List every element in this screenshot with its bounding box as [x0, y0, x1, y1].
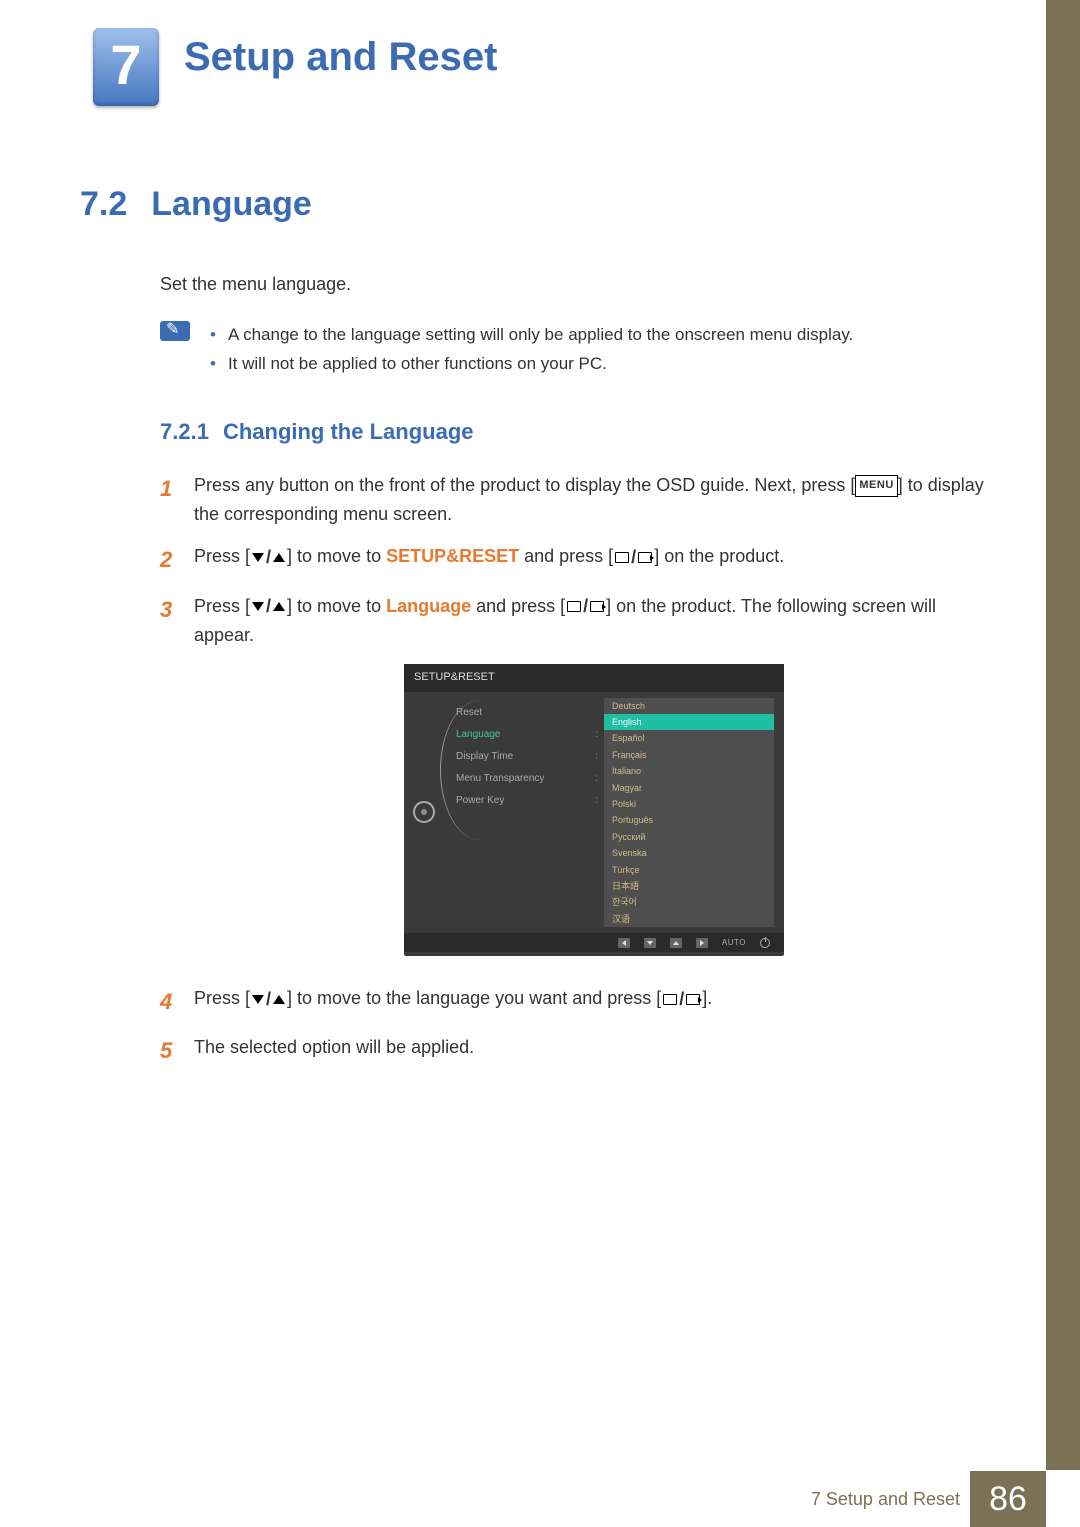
step-body: Press [/] to move to SETUP&RESET and pre…	[194, 542, 1000, 577]
auto-label: AUTO	[722, 937, 746, 950]
step-text: ] on the product.	[654, 546, 784, 566]
osd-lang-option: Русский	[604, 829, 774, 845]
section-number: 7.2	[80, 185, 127, 223]
source-enter-icon: /	[565, 592, 606, 621]
osd-lang-option: Polski	[604, 796, 774, 812]
note-icon	[160, 321, 190, 341]
step-body: Press [/] to move to Language and press …	[194, 592, 1000, 970]
note-block: A change to the language setting will on…	[160, 321, 1000, 379]
step-text: Press [	[194, 596, 250, 616]
section-heading: 7.2 Language	[80, 185, 1000, 224]
step-text: and press [	[519, 546, 613, 566]
osd-lang-option-selected: English	[604, 714, 774, 730]
right-arrow-icon	[696, 938, 708, 948]
osd-title: SETUP&RESET	[404, 664, 784, 692]
osd-language-list: Deutsch English Español Français Italian…	[604, 698, 774, 927]
osd-lang-option: 한국어	[604, 894, 774, 910]
osd-menu-item-selected: Language	[456, 724, 604, 746]
step-number: 2	[160, 542, 194, 577]
step-body: The selected option will be applied.	[194, 1033, 1000, 1068]
chapter-number-badge: 7	[93, 28, 159, 106]
down-arrow-icon	[644, 938, 656, 948]
osd-menu-item: Display Time	[456, 746, 604, 768]
step-5: 5 The selected option will be applied.	[160, 1033, 1000, 1068]
setup-reset-label: SETUP&RESET	[386, 546, 519, 566]
osd-footer: AUTO	[404, 933, 784, 952]
steps-list: 1 Press any button on the front of the p…	[160, 471, 1000, 1068]
osd-menu-item: Menu Transparency	[456, 768, 604, 790]
language-label: Language	[386, 596, 471, 616]
osd-screenshot: SETUP&RESET Reset Language Display Time …	[404, 664, 784, 956]
osd-body: Reset Language Display Time Menu Transpa…	[404, 692, 784, 933]
step-text: Press [	[194, 546, 250, 566]
step-number: 3	[160, 592, 194, 970]
side-stripe	[1046, 0, 1080, 1470]
osd-menu: Reset Language Display Time Menu Transpa…	[444, 692, 604, 933]
step-text: ] to move to the language you want and p…	[287, 988, 661, 1008]
down-up-arrows-icon: /	[250, 543, 287, 572]
step-number: 1	[160, 471, 194, 529]
power-icon	[760, 938, 770, 948]
down-up-arrows-icon: /	[250, 592, 287, 621]
step-body: Press [/] to move to the language you wa…	[194, 984, 1000, 1019]
down-up-arrows-icon: /	[250, 985, 287, 1014]
page-footer: 7 Setup and Reset 86	[0, 1471, 1080, 1527]
step-body: Press any button on the front of the pro…	[194, 471, 1000, 529]
step-text: ] to move to	[287, 596, 386, 616]
osd-lang-option: 日本語	[604, 878, 774, 894]
source-enter-icon: /	[661, 985, 702, 1014]
step-3: 3 Press [/] to move to Language and pres…	[160, 592, 1000, 970]
osd-lang-option: Svenska	[604, 845, 774, 861]
step-1: 1 Press any button on the front of the p…	[160, 471, 1000, 529]
osd-lang-option: Français	[604, 747, 774, 763]
osd-lang-option: Italiano	[604, 763, 774, 779]
source-enter-icon: /	[613, 543, 654, 572]
osd-menu-item: Power Key	[456, 790, 604, 812]
page-number: 86	[970, 1471, 1046, 1527]
osd-lang-option: Português	[604, 812, 774, 828]
osd-lang-option: Español	[604, 730, 774, 746]
step-text: ] to move to	[287, 546, 386, 566]
footer-text: 7 Setup and Reset	[811, 1489, 960, 1510]
step-text: Press any button on the front of the pro…	[194, 475, 855, 495]
osd-lang-option: Türkçe	[604, 862, 774, 878]
subsection-heading: 7.2.1 Changing the Language	[160, 419, 1000, 445]
intro-text: Set the menu language.	[160, 274, 1000, 295]
left-arrow-icon	[618, 938, 630, 948]
osd-menu-item: Reset	[456, 702, 604, 724]
step-number: 4	[160, 984, 194, 1019]
content-area: 7.2 Language Set the menu language. A cha…	[80, 185, 1000, 1082]
note-item: It will not be applied to other function…	[210, 350, 853, 379]
subsection-number: 7.2.1	[160, 419, 209, 444]
osd-lang-option: Deutsch	[604, 698, 774, 714]
osd-lang-option: Magyar	[604, 780, 774, 796]
osd-knob-icon	[404, 692, 444, 933]
step-4: 4 Press [/] to move to the language you …	[160, 984, 1000, 1019]
step-text: Press [	[194, 988, 250, 1008]
section-title: Language	[151, 185, 312, 223]
note-item: A change to the language setting will on…	[210, 321, 853, 350]
step-text: ].	[702, 988, 712, 1008]
note-list: A change to the language setting will on…	[210, 321, 853, 379]
osd-lang-option: 汉语	[604, 911, 774, 927]
step-number: 5	[160, 1033, 194, 1068]
menu-button-icon: MENU	[855, 475, 897, 497]
chapter-title: Setup and Reset	[184, 35, 497, 80]
step-text: and press [	[471, 596, 565, 616]
step-2: 2 Press [/] to move to SETUP&RESET and p…	[160, 542, 1000, 577]
subsection-title: Changing the Language	[223, 419, 474, 444]
up-arrow-icon	[670, 938, 682, 948]
